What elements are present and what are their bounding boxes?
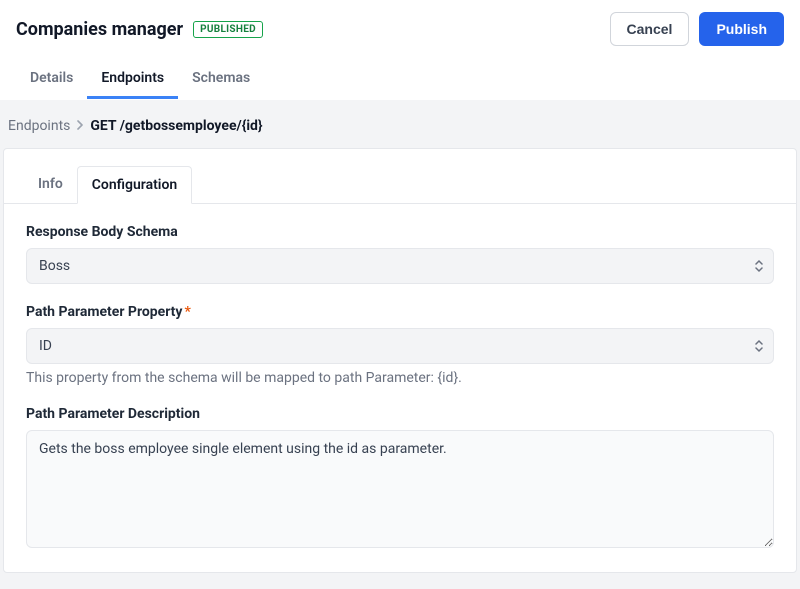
path-param-description-label: Path Parameter Description (26, 406, 774, 422)
path-param-property-select[interactable]: ID (26, 328, 774, 364)
response-body-schema-label: Response Body Schema (26, 224, 774, 240)
breadcrumb-root[interactable]: Endpoints (8, 118, 70, 134)
sub-tabs: Info Configuration (4, 165, 796, 204)
page-header: Companies manager PUBLISHED Cancel Publi… (0, 0, 800, 46)
publish-button[interactable]: Publish (699, 12, 784, 46)
subtab-info[interactable]: Info (24, 166, 77, 204)
chevron-right-icon (76, 119, 84, 133)
content-area: Endpoints GET /getbossemployee/{id} Info… (0, 100, 800, 589)
tab-details[interactable]: Details (16, 60, 87, 99)
path-param-property-help: This property from the schema will be ma… (26, 370, 774, 386)
config-panel: Info Configuration Response Body Schema … (3, 148, 797, 573)
tab-schemas[interactable]: Schemas (178, 60, 264, 99)
response-body-schema-select[interactable]: Boss (26, 248, 774, 284)
main-tabs: Details Endpoints Schemas (0, 60, 800, 100)
cancel-button[interactable]: Cancel (610, 12, 690, 46)
subtab-configuration[interactable]: Configuration (77, 166, 192, 204)
form-body: Response Body Schema Boss Path Parameter… (4, 204, 796, 572)
required-asterisk-icon: * (184, 304, 190, 320)
status-badge: PUBLISHED (193, 21, 263, 38)
path-param-description-textarea[interactable] (26, 430, 774, 548)
page-title: Companies manager (16, 19, 183, 40)
breadcrumb: Endpoints GET /getbossemployee/{id} (0, 110, 800, 148)
tab-endpoints[interactable]: Endpoints (87, 60, 178, 99)
path-param-property-label: Path Parameter Property* (26, 304, 774, 320)
breadcrumb-current: GET /getbossemployee/{id} (90, 118, 262, 134)
